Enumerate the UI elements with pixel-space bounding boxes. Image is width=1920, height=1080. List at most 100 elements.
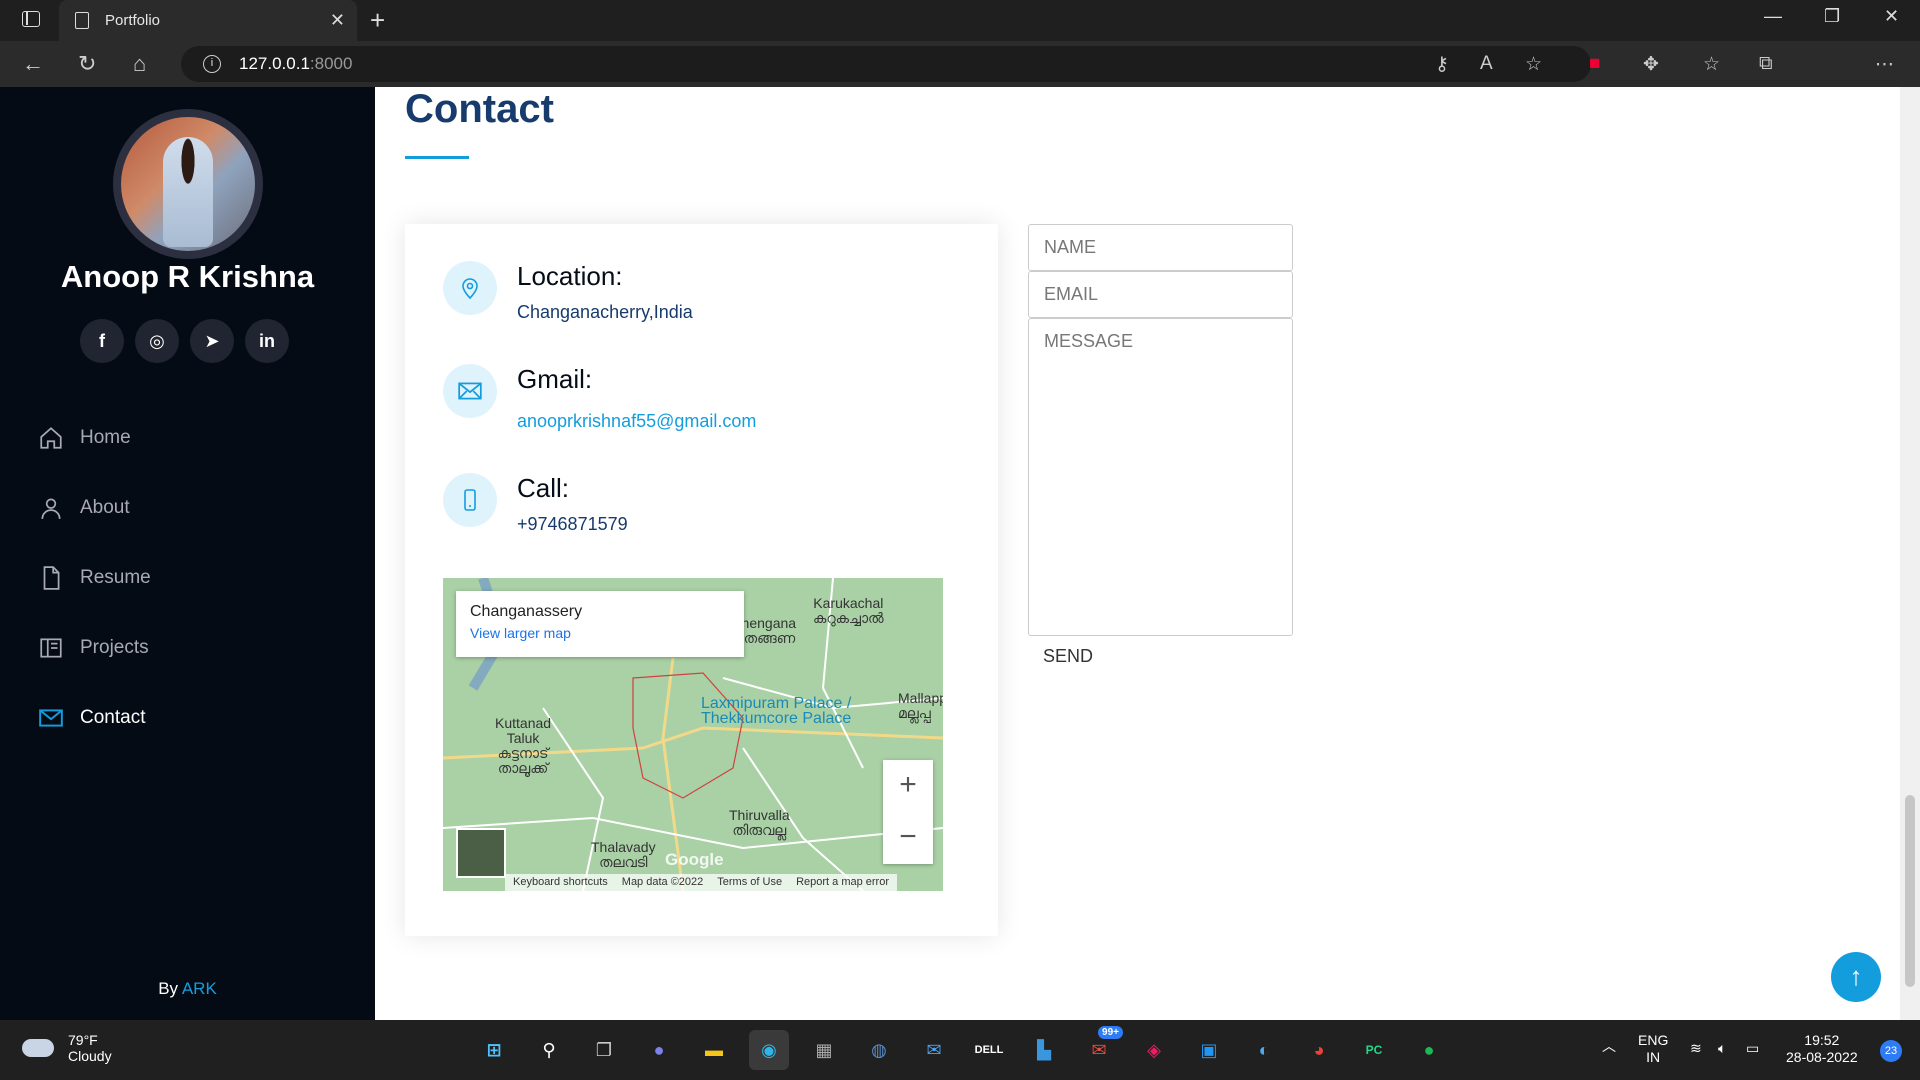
collections-icon[interactable]: ⧉ bbox=[1759, 53, 1773, 75]
weather-temp: 79°F bbox=[68, 1032, 98, 1048]
url-port: :8000 bbox=[309, 54, 353, 73]
nav-label-about: About bbox=[80, 497, 130, 518]
app-icon[interactable]: ◈ bbox=[1134, 1030, 1174, 1070]
send-button[interactable]: SEND bbox=[1028, 646, 1293, 667]
calculator-icon[interactable]: ▦ bbox=[804, 1030, 844, 1070]
contact-info-box: Location: Changanacherry,India Gmail: an… bbox=[405, 224, 998, 936]
battery-icon[interactable]: ▭ bbox=[1746, 1040, 1759, 1057]
tray-chevron-icon[interactable]: ︿ bbox=[1602, 1038, 1616, 1055]
facebook-icon[interactable]: f bbox=[80, 319, 124, 363]
user-icon bbox=[38, 495, 64, 521]
address-bar[interactable]: i 127.0.0.1:8000 bbox=[181, 46, 1591, 82]
google-map[interactable]: Karukachal കറുകച്ചാൽ Thengana തെങ്ങണ Laxmi… bbox=[443, 578, 943, 891]
sidebar: Anoop R Krishna f ◎ ➤ in Home About Resu… bbox=[0, 87, 375, 1020]
back-icon[interactable]: ← bbox=[22, 51, 44, 77]
volume-icon[interactable]: 🔈︎ bbox=[1718, 1040, 1726, 1057]
terms-link[interactable]: Terms of Use bbox=[717, 874, 782, 891]
keyboard-shortcuts-link[interactable]: Keyboard shortcuts bbox=[513, 874, 608, 891]
social-links: f ◎ ➤ in bbox=[80, 319, 289, 363]
profile-name: Anoop R Krishna bbox=[60, 259, 315, 294]
new-tab-button[interactable]: + bbox=[370, 5, 385, 36]
nav-item-home[interactable]: Home bbox=[38, 403, 151, 473]
home-browser-icon[interactable]: ⌂ bbox=[133, 51, 146, 77]
mail-app-icon[interactable]: ✉ bbox=[914, 1030, 954, 1070]
document-icon bbox=[75, 12, 89, 29]
start-icon[interactable]: ⊞ bbox=[474, 1030, 514, 1070]
map-place-name: Changanassery bbox=[470, 603, 583, 620]
telegram-icon[interactable]: ➤ bbox=[190, 319, 234, 363]
sidebar-nav: Home About Resume Projects Contact bbox=[38, 403, 151, 753]
zoom-in-button[interactable]: + bbox=[883, 760, 933, 812]
linkedin-icon[interactable]: in bbox=[245, 319, 289, 363]
phone-icon bbox=[443, 473, 497, 527]
scrollbar-thumb[interactable] bbox=[1905, 795, 1915, 987]
map-label-thalavady: Thalavady തലവടി bbox=[591, 839, 656, 870]
view-larger-map-link[interactable]: View larger map bbox=[470, 625, 730, 641]
favorite-star-icon[interactable]: ☆ bbox=[1525, 53, 1542, 76]
map-label-thiruvalla: Thiruvalla തിരുവല്ല bbox=[729, 807, 790, 838]
location-label: Location: bbox=[517, 261, 623, 291]
postgres-icon[interactable]: ◍ bbox=[859, 1030, 899, 1070]
more-menu-icon[interactable]: ⋯ bbox=[1875, 53, 1894, 76]
email-field[interactable]: EMAIL bbox=[1028, 271, 1293, 318]
spotify-icon[interactable]: ● bbox=[1409, 1030, 1449, 1070]
pocket-icon[interactable]: ■ bbox=[1589, 53, 1600, 75]
browser-toolbar: ← ↻ ⌂ i 127.0.0.1:8000 ⚷ A ☆ ■ ✥ ☆ ⧉ ⋯ bbox=[0, 41, 1920, 119]
minimize-button[interactable]: — bbox=[1764, 6, 1782, 27]
key-icon[interactable]: ⚷ bbox=[1435, 53, 1449, 76]
pycharm-icon[interactable]: PC bbox=[1354, 1030, 1394, 1070]
nav-item-projects[interactable]: Projects bbox=[38, 613, 151, 683]
restore-button[interactable]: ❐ bbox=[1824, 6, 1840, 27]
tab-close-icon[interactable]: ✕ bbox=[330, 10, 345, 31]
zoom-out-button[interactable]: − bbox=[883, 812, 933, 864]
tab-title: Portfolio bbox=[105, 12, 161, 29]
read-aloud-icon[interactable]: A bbox=[1480, 53, 1493, 75]
report-error-link[interactable]: Report a map error bbox=[796, 874, 889, 891]
dell-icon[interactable]: DELL bbox=[969, 1030, 1009, 1070]
clock[interactable]: 19:52 28-08-2022 bbox=[1786, 1032, 1858, 1066]
file-explorer-icon[interactable]: ▬ bbox=[694, 1030, 734, 1070]
notification-badge[interactable]: 23 bbox=[1880, 1040, 1902, 1062]
satellite-toggle[interactable] bbox=[456, 828, 506, 878]
store-icon[interactable]: ▙ bbox=[1024, 1030, 1064, 1070]
gmail-value[interactable]: anooprkrishnaf55@gmail.com bbox=[517, 411, 756, 432]
byline-link[interactable]: ARK bbox=[182, 979, 217, 998]
edge-icon[interactable]: ◉ bbox=[749, 1030, 789, 1070]
name-field[interactable]: NAME bbox=[1028, 224, 1293, 271]
wifi-icon[interactable]: ≋ bbox=[1690, 1040, 1702, 1057]
page-scrollbar[interactable] bbox=[1900, 87, 1920, 1020]
instagram-icon[interactable]: ◎ bbox=[135, 319, 179, 363]
sidebar-toggle-icon[interactable] bbox=[22, 11, 40, 27]
extensions-icon[interactable]: ✥ bbox=[1643, 53, 1659, 76]
taskbar-apps: ⊞ ⚲ ❐ ● ▬ ◉ ▦ ◍ ✉ DELL ▙ ✉ 99+ ◈ ▣ ◐ ◕ PC… bbox=[474, 1026, 1449, 1070]
email-client-icon[interactable]: ✉ 99+ bbox=[1079, 1026, 1123, 1070]
language-indicator[interactable]: ENG IN bbox=[1638, 1032, 1668, 1066]
weather-widget[interactable]: 79°F Cloudy bbox=[22, 1032, 112, 1064]
chrome-icon[interactable]: ◕ bbox=[1299, 1030, 1339, 1070]
cloud-icon bbox=[22, 1039, 54, 1057]
nav-item-resume[interactable]: Resume bbox=[38, 543, 151, 613]
remote-icon[interactable]: ▣ bbox=[1189, 1030, 1229, 1070]
info-icon[interactable]: i bbox=[203, 55, 221, 73]
nav-label-contact: Contact bbox=[80, 707, 146, 728]
map-label-karukachal: Karukachal കറുകച്ചാൽ bbox=[813, 595, 884, 626]
refresh-icon[interactable]: ↻ bbox=[78, 51, 96, 77]
nav-item-about[interactable]: About bbox=[38, 473, 151, 543]
main-content: Contact Location: Changanacherry,India G… bbox=[375, 87, 1900, 1020]
nav-label-projects: Projects bbox=[80, 637, 149, 658]
chat-icon[interactable]: ● bbox=[639, 1030, 679, 1070]
nav-item-contact[interactable]: Contact bbox=[38, 683, 151, 753]
search-icon[interactable]: ⚲ bbox=[529, 1030, 569, 1070]
nav-label-home: Home bbox=[80, 427, 131, 448]
title-underline bbox=[405, 156, 469, 159]
contact-form: NAME EMAIL MESSAGE SEND bbox=[1028, 224, 1293, 667]
map-pin-icon bbox=[443, 261, 497, 315]
gmail-label: Gmail: bbox=[517, 364, 593, 394]
zoom-app-icon[interactable]: ◐ bbox=[1244, 1030, 1284, 1070]
back-to-top-button[interactable]: ↑ bbox=[1831, 952, 1881, 1002]
browser-tab[interactable]: Portfolio ✕ bbox=[59, 0, 357, 41]
task-view-icon[interactable]: ❐ bbox=[584, 1030, 624, 1070]
close-window-button[interactable]: ✕ bbox=[1884, 6, 1899, 27]
favorites-icon[interactable]: ☆ bbox=[1703, 53, 1720, 76]
message-field[interactable]: MESSAGE bbox=[1028, 318, 1293, 636]
